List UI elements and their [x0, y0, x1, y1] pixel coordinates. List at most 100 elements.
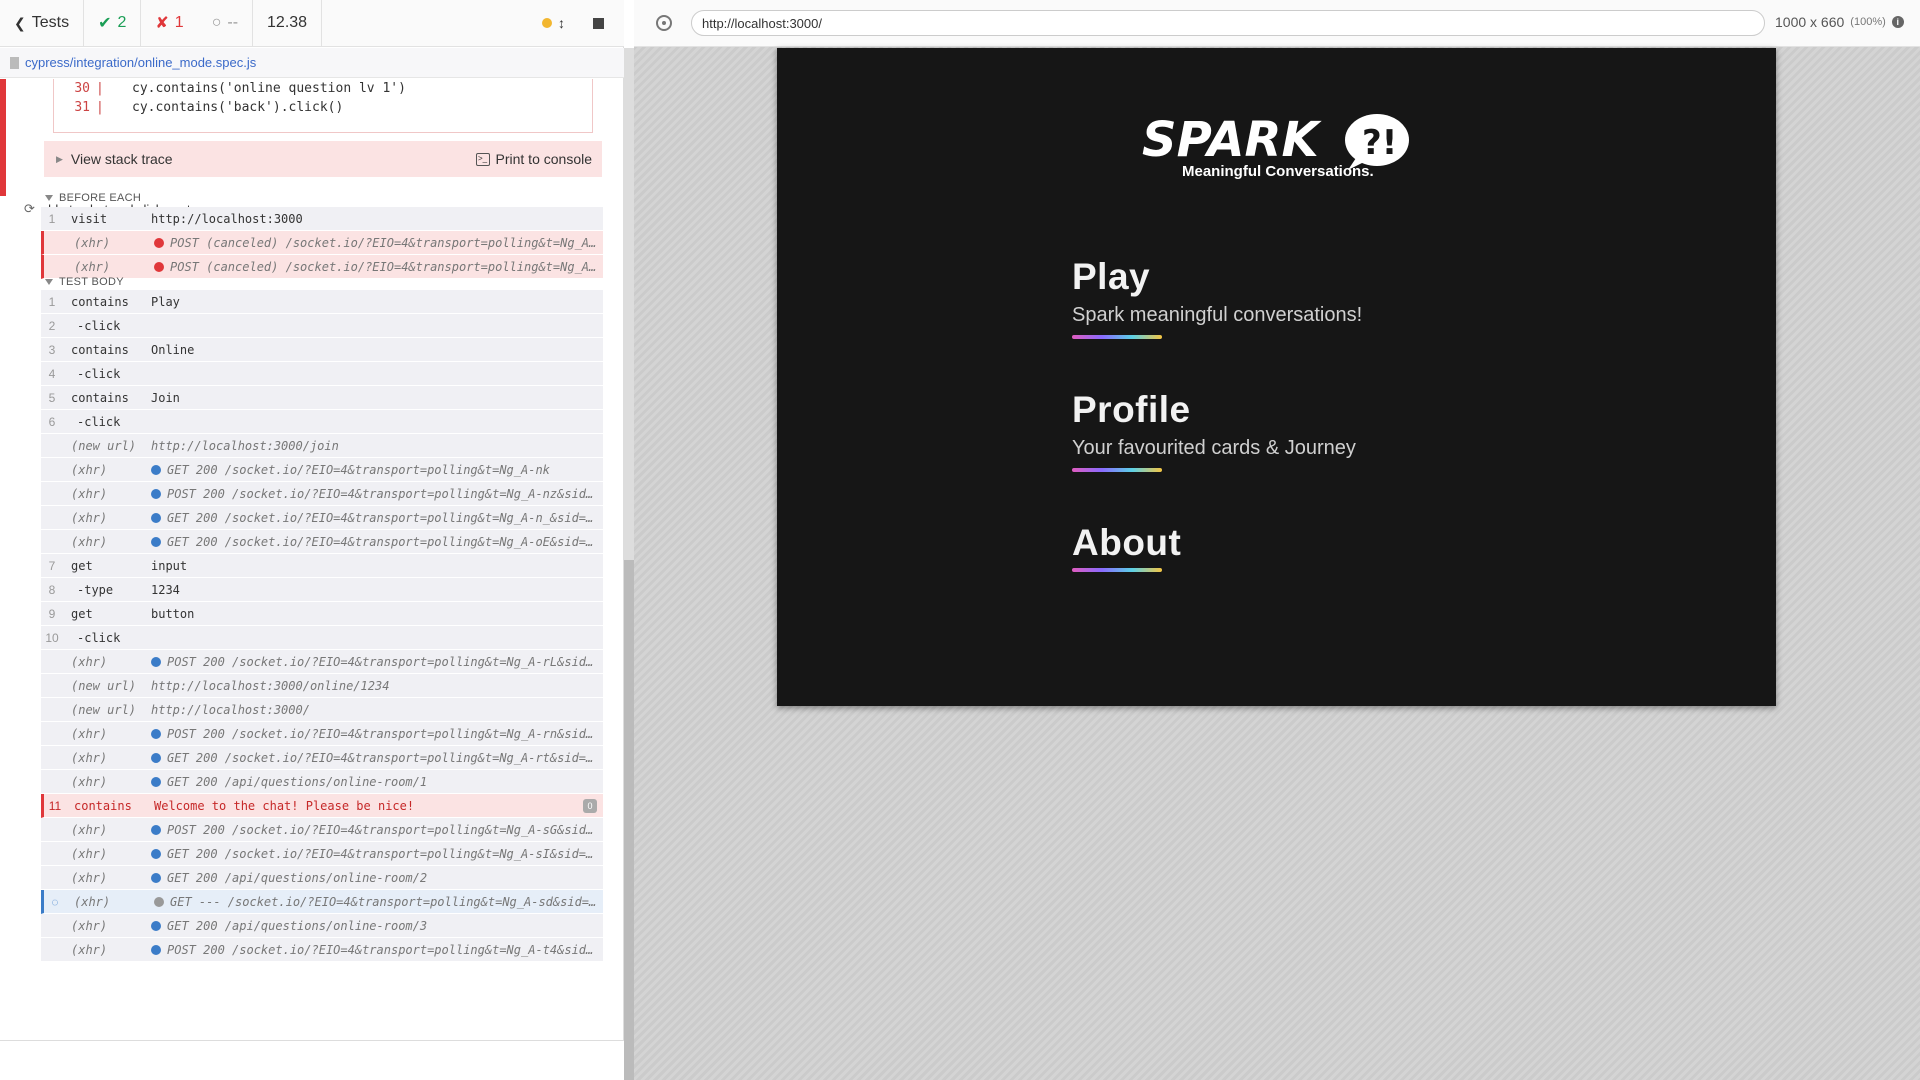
stop-button[interactable] [579, 0, 624, 46]
command-message: http://localhost:3000/join [151, 438, 339, 453]
log-event-row[interactable]: (xhr) GET 200 /api/questions/online-room/… [41, 866, 603, 890]
viewport-info[interactable]: 1000 x 660 (100%) i [1775, 14, 1904, 30]
command-name: visit [71, 211, 108, 226]
log-event-row[interactable]: (xhr) POST (canceled) /socket.io/?EIO=4&t… [41, 231, 603, 255]
command-message: http://localhost:3000/online/1234 [151, 678, 390, 693]
xhr-status-icon [151, 848, 161, 859]
url-display[interactable]: http://localhost:3000/ [691, 10, 1765, 36]
command-name: -click [77, 366, 121, 381]
command-message: POST (canceled) /socket.io/?EIO=4&transp… [146, 236, 603, 250]
spinner-icon: ◌ [51, 894, 59, 909]
pending-count[interactable]: ○ -- [198, 0, 254, 46]
command-message: GET 200 /api/questions/online-room/2 [143, 871, 603, 885]
xhr-status-icon [151, 920, 161, 931]
log-event-row[interactable]: (xhr) GET 200 /socket.io/?EIO=4&transport… [41, 746, 603, 770]
xhr-status-icon [151, 776, 161, 787]
log-event-row[interactable]: (xhr) POST 200 /socket.io/?EIO=4&transpor… [41, 650, 603, 674]
passed-count[interactable]: ✔ 2 [84, 0, 142, 46]
command-number: 4 [48, 366, 56, 381]
app-iframe: SPARK ?! Meaningful Conversations. Play … [777, 48, 1776, 706]
command-message: GET 200 /socket.io/?EIO=4&transport=poll… [143, 847, 603, 861]
command-row[interactable]: 2 -click [41, 314, 603, 338]
command-row[interactable]: 4 -click [41, 362, 603, 386]
failed-count[interactable]: ✘ 1 [141, 0, 197, 46]
command-message: input [151, 558, 188, 573]
log-event-row[interactable]: (xhr) POST 200 /socket.io/?EIO=4&transpor… [41, 722, 603, 746]
before-each-header[interactable]: BEFORE EACH [45, 192, 141, 204]
log-event-row[interactable]: (xhr) POST 200 /socket.io/?EIO=4&transpor… [41, 482, 603, 506]
log-event-row[interactable]: ◌ (xhr) GET --- /socket.io/?EIO=4&transpor… [41, 890, 603, 914]
log-event-row[interactable]: (xhr) POST 200 /socket.io/?EIO=4&transpor… [41, 818, 603, 842]
terminal-icon: >_ [475, 152, 490, 166]
command-row[interactable]: 1 visit http://localhost:3000 [41, 207, 603, 231]
log-event-row[interactable]: (xhr) POST 200 /socket.io/?EIO=4&transpor… [41, 938, 603, 962]
menu-subtitle: Your favourited cards & Journey [1072, 437, 1356, 459]
log-event-row[interactable]: (new url) http://localhost:3000/ [41, 698, 603, 722]
command-name: (xhr) [74, 259, 111, 274]
log-event-row[interactable]: (xhr) POST (canceled) /socket.io/?EIO=4&t… [41, 255, 603, 279]
log-event-row[interactable]: (xhr) GET 200 /socket.io/?EIO=4&transport… [41, 530, 603, 554]
command-name: (xhr) [71, 774, 108, 789]
command-message: POST 200 /socket.io/?EIO=4&transport=pol… [143, 943, 603, 957]
command-row[interactable]: 1 contains Play [41, 290, 603, 314]
command-row[interactable]: 7 get input [41, 554, 603, 578]
gradient-underline [1072, 468, 1162, 472]
command-name: (xhr) [71, 462, 108, 477]
command-message: POST 200 /socket.io/?EIO=4&transport=pol… [143, 727, 603, 741]
menu-title: Play [1072, 256, 1151, 297]
menu-item-play[interactable]: Play Spark meaningful conversations! [1072, 256, 1362, 339]
xhr-status-icon [151, 464, 161, 475]
xhr-status-icon [151, 872, 161, 883]
back-to-tests-button[interactable]: ❮ Tests [0, 0, 85, 46]
command-row[interactable]: 3 contains Online [41, 338, 603, 362]
back-label: Tests [31, 14, 70, 31]
log-event-row[interactable]: (xhr) GET 200 /socket.io/?EIO=4&transport… [41, 458, 603, 482]
check-icon: ✔ [98, 15, 112, 32]
menu-item-profile[interactable]: Profile Your favourited cards & Journey [1072, 389, 1356, 472]
print-to-console-button[interactable]: >_ Print to console [475, 151, 592, 167]
aut-url-bar: http://localhost:3000/ 1000 x 660 (100%)… [634, 0, 1920, 47]
gradient-underline [1072, 335, 1162, 339]
command-message: GET --- /socket.io/?EIO=4&transport=poll… [146, 895, 603, 909]
line-gutter: | [96, 81, 104, 96]
selector-playground-icon[interactable] [656, 15, 672, 31]
command-message: POST 200 /socket.io/?EIO=4&transport=pol… [143, 655, 603, 669]
command-message: GET 200 /socket.io/?EIO=4&transport=poll… [143, 751, 603, 765]
command-log[interactable]: 30 | cy.contains('online question lv 1') 31… [0, 79, 612, 1040]
command-name: -click [77, 318, 121, 333]
log-event-row[interactable]: (new url) http://localhost:3000/join [41, 434, 603, 458]
xhr-status-icon [151, 536, 161, 547]
test-body-header[interactable]: TEST BODY [45, 276, 124, 288]
command-name: (xhr) [71, 942, 108, 957]
auto-scroll-toggle[interactable]: ↕ [528, 0, 579, 46]
log-event-row[interactable]: (xhr) GET 200 /api/questions/online-room/… [41, 770, 603, 794]
command-message: GET 200 /socket.io/?EIO=4&transport=poll… [143, 511, 603, 525]
command-row[interactable]: 6 -click [41, 410, 603, 434]
log-event-row[interactable]: (xhr) GET 200 /socket.io/?EIO=4&transport… [41, 506, 603, 530]
code-line: 30 | cy.contains('online question lv 1') [54, 79, 592, 98]
command-number: 2 [48, 318, 56, 333]
command-name: (xhr) [71, 870, 108, 885]
command-message: http://localhost:3000/ [151, 702, 310, 717]
spec-path[interactable]: cypress/integration/online_mode.spec.js [0, 48, 624, 78]
command-row[interactable]: 8 -type 1234 [41, 578, 603, 602]
log-event-row[interactable]: (xhr) GET 200 /api/questions/online-room/… [41, 914, 603, 938]
command-name: get [71, 606, 93, 621]
command-name: contains [74, 798, 132, 813]
command-row[interactable]: 9 get button [41, 602, 603, 626]
command-row[interactable]: 5 contains Join [41, 386, 603, 410]
xhr-status-icon [151, 944, 161, 955]
command-name: (xhr) [71, 918, 108, 933]
chevron-left-icon: ❮ [14, 14, 26, 31]
log-event-row[interactable]: (new url) http://localhost:3000/online/12… [41, 674, 603, 698]
reporter-scrollbar-thumb[interactable] [624, 560, 634, 1080]
view-stack-trace-toggle[interactable]: ▶ View stack trace [56, 151, 173, 167]
command-row[interactable]: 10 -click [41, 626, 603, 650]
command-name: contains [71, 342, 129, 357]
command-name: (xhr) [71, 534, 108, 549]
menu-item-about[interactable]: About [1072, 522, 1181, 572]
command-number: 7 [48, 558, 56, 573]
log-event-row[interactable]: (xhr) GET 200 /socket.io/?EIO=4&transport… [41, 842, 603, 866]
command-row[interactable]: 11 contains Welcome to the chat! Please be… [41, 794, 603, 818]
command-name: (xhr) [71, 510, 108, 525]
